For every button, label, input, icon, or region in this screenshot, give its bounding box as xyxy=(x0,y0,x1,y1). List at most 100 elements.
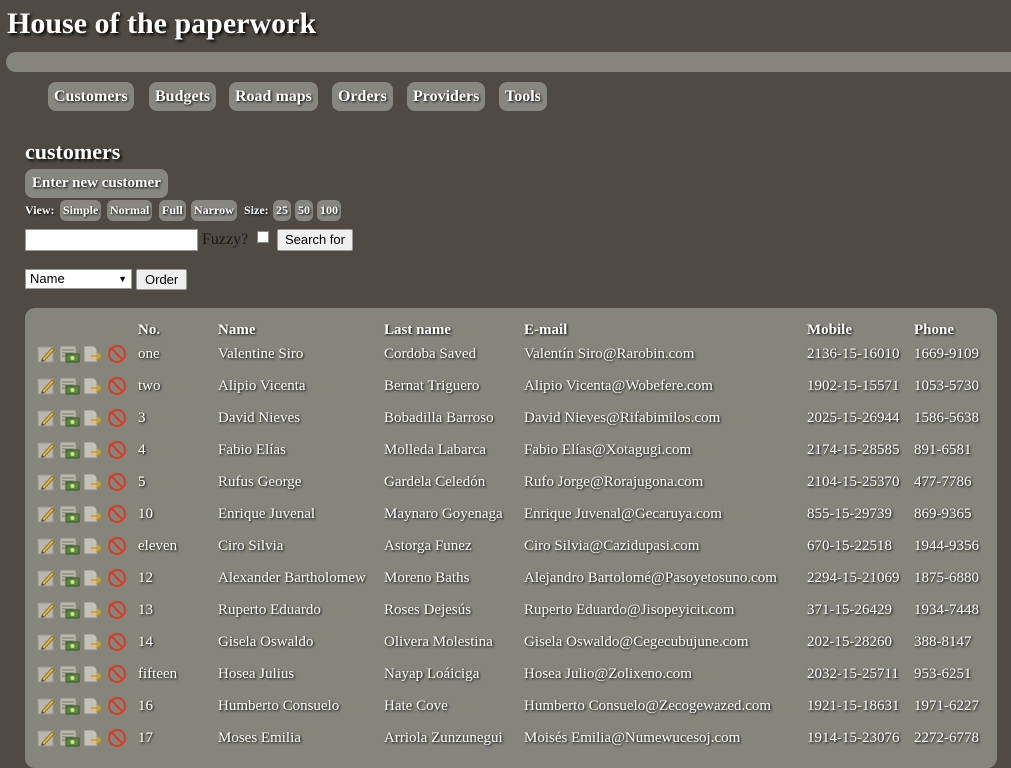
export-icon[interactable] xyxy=(82,632,102,652)
edit-icon[interactable] xyxy=(37,696,57,716)
edit-icon[interactable] xyxy=(37,728,57,748)
view-full-button[interactable]: Full xyxy=(159,200,186,221)
budget-icon[interactable] xyxy=(59,568,80,588)
cell-name: Alexander Bartholomew xyxy=(218,570,366,586)
budget-icon[interactable] xyxy=(59,504,80,524)
export-icon[interactable] xyxy=(82,344,102,364)
budget-icon[interactable] xyxy=(59,536,80,556)
size-25-button[interactable]: 25 xyxy=(273,200,291,221)
cell-mobile: 855-15-29739 xyxy=(807,506,892,522)
export-icon[interactable] xyxy=(82,504,102,524)
budget-icon[interactable] xyxy=(59,600,80,620)
cell-name: Ciro Silvia xyxy=(218,538,284,554)
budget-icon[interactable] xyxy=(59,408,80,428)
budget-icon[interactable] xyxy=(59,632,80,652)
edit-icon[interactable] xyxy=(37,344,57,364)
nav-providers[interactable]: Providers xyxy=(407,82,486,111)
cell-phone: 1934-7448 xyxy=(914,602,979,618)
nav-customers[interactable]: Customers xyxy=(48,82,134,111)
budget-icon[interactable] xyxy=(59,728,80,748)
enter-new-customer-button[interactable]: Enter new customer xyxy=(25,169,168,198)
edit-icon[interactable] xyxy=(37,504,57,524)
cell-last-name: Nayap Loáiciga xyxy=(384,666,480,682)
view-simple-button[interactable]: Simple xyxy=(60,200,102,221)
export-icon[interactable] xyxy=(82,376,102,396)
delete-icon[interactable] xyxy=(107,600,127,620)
budget-icon[interactable] xyxy=(59,696,80,716)
edit-icon[interactable] xyxy=(37,408,57,428)
edit-icon[interactable] xyxy=(37,376,57,396)
nav-orders[interactable]: Orders xyxy=(332,82,393,111)
delete-icon[interactable] xyxy=(107,344,127,364)
delete-icon[interactable] xyxy=(107,664,127,684)
search-button[interactable]: Search for xyxy=(277,229,353,251)
search-input[interactable] xyxy=(25,229,198,251)
delete-icon[interactable] xyxy=(107,728,127,748)
export-icon[interactable] xyxy=(82,728,102,748)
export-icon[interactable] xyxy=(82,440,102,460)
delete-icon[interactable] xyxy=(107,536,127,556)
cell-name: Ruperto Eduardo xyxy=(218,602,321,618)
budget-icon[interactable] xyxy=(59,376,80,396)
cell-no: eleven xyxy=(138,538,178,554)
cell-phone: 1053-5730 xyxy=(914,378,979,394)
cell-no: one xyxy=(138,346,160,362)
edit-icon[interactable] xyxy=(37,600,57,620)
cell-name: Valentine Siro xyxy=(218,346,304,362)
nav-budgets[interactable]: Budgets xyxy=(149,82,217,111)
order-select[interactable]: Name ▼ xyxy=(25,269,132,289)
nav-road-maps[interactable]: Road maps xyxy=(229,82,318,111)
export-icon[interactable] xyxy=(82,472,102,492)
edit-icon[interactable] xyxy=(37,472,57,492)
export-icon[interactable] xyxy=(82,664,102,684)
row-actions xyxy=(37,600,132,622)
delete-icon[interactable] xyxy=(107,408,127,428)
cell-phone: 1944-9356 xyxy=(914,538,979,554)
budget-icon[interactable] xyxy=(59,664,80,684)
edit-icon[interactable] xyxy=(37,536,57,556)
customers-table: No. Name Last name E-mail Mobile Phone o… xyxy=(25,308,997,768)
nav-tools[interactable]: Tools xyxy=(499,82,547,111)
view-narrow-button[interactable]: Narrow xyxy=(191,200,237,221)
fuzzy-checkbox[interactable] xyxy=(257,231,269,243)
table-row: 14 Gisela Oswaldo Olivera Molestina Gise… xyxy=(25,632,997,664)
budget-icon[interactable] xyxy=(59,440,80,460)
delete-icon[interactable] xyxy=(107,568,127,588)
cell-no: 10 xyxy=(138,506,153,522)
delete-icon[interactable] xyxy=(107,472,127,492)
delete-icon[interactable] xyxy=(107,440,127,460)
table-row: 5 Rufus George Gardela Celedón Rufo Jorg… xyxy=(25,472,997,504)
fuzzy-label: Fuzzy? xyxy=(202,231,249,248)
delete-icon[interactable] xyxy=(107,696,127,716)
delete-icon[interactable] xyxy=(107,504,127,524)
table-row: fifteen Hosea Julius Nayap Loáiciga Hose… xyxy=(25,664,997,696)
col-header-mobile: Mobile xyxy=(807,322,852,338)
export-icon[interactable] xyxy=(82,696,102,716)
cell-last-name: Hate Cove xyxy=(384,698,448,714)
delete-icon[interactable] xyxy=(107,632,127,652)
cell-email: Ciro Silvia@Cazidupasi.com xyxy=(524,538,700,554)
budget-icon[interactable] xyxy=(59,344,80,364)
edit-icon[interactable] xyxy=(37,664,57,684)
edit-icon[interactable] xyxy=(37,440,57,460)
cell-name: Enrique Juvenal xyxy=(218,506,316,522)
export-icon[interactable] xyxy=(82,536,102,556)
table-row: 16 Humberto Consuelo Hate Cove Humberto … xyxy=(25,696,997,728)
cell-phone: 1669-9109 xyxy=(914,346,979,362)
delete-icon[interactable] xyxy=(107,376,127,396)
export-icon[interactable] xyxy=(82,600,102,620)
cell-mobile: 2174-15-28585 xyxy=(807,442,900,458)
view-normal-button[interactable]: Normal xyxy=(107,200,153,221)
edit-icon[interactable] xyxy=(37,568,57,588)
size-100-button[interactable]: 100 xyxy=(317,200,341,221)
cell-email: Fabio Elías@Xotagugi.com xyxy=(524,442,692,458)
row-actions xyxy=(37,632,132,654)
col-header-name: Name xyxy=(218,322,256,338)
order-button[interactable]: Order xyxy=(136,269,188,290)
budget-icon[interactable] xyxy=(59,472,80,492)
export-icon[interactable] xyxy=(82,568,102,588)
edit-icon[interactable] xyxy=(37,632,57,652)
table-row: 13 Ruperto Eduardo Roses Dejesús Ruperto… xyxy=(25,600,997,632)
size-50-button[interactable]: 50 xyxy=(295,200,313,221)
export-icon[interactable] xyxy=(82,408,102,428)
